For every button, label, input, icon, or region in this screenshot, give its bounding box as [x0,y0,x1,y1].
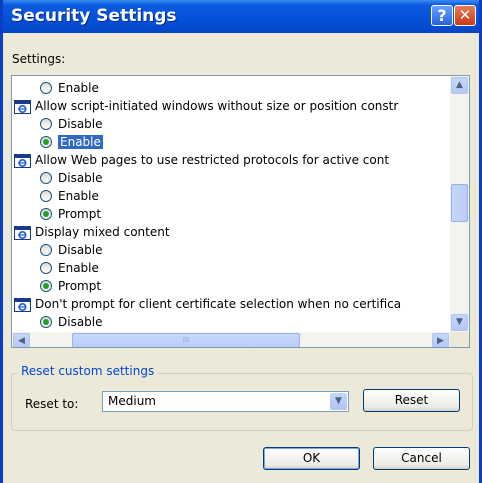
vertical-scroll-thumb[interactable] [451,184,468,222]
radio-unchecked-icon[interactable] [40,172,52,184]
setting-label: Disable [58,171,103,185]
ie-settings-icon [14,153,31,168]
scroll-left-button[interactable]: ◀ [13,333,30,347]
setting-category: Don't prompt for client certificate sele… [14,295,401,313]
setting-label: Display mixed content [35,225,170,239]
radio-checked-icon[interactable] [40,208,52,220]
setting-category: Display mixed content [14,223,170,241]
window-title: Security Settings [11,6,177,26]
setting-option[interactable]: Enable [40,79,99,97]
title-bar[interactable]: Security Settings ? ✕ [3,0,479,33]
security-settings-dialog: Security Settings ? ✕ Settings: Enable Al… [0,0,482,483]
reset-to-label: Reset to: [25,397,79,411]
ie-settings-icon [14,297,31,312]
radio-unchecked-icon[interactable] [40,118,52,130]
setting-option[interactable]: Prompt [40,277,102,295]
setting-label: Disable [58,243,103,257]
reset-level-dropdown[interactable]: Medium ▼ [102,391,349,412]
cancel-button[interactable]: Cancel [373,447,470,470]
scroll-right-button[interactable]: ▶ [432,333,449,347]
setting-option[interactable]: Enable [40,187,99,205]
settings-label: Settings: [12,52,66,66]
reset-button[interactable]: Reset [363,389,460,412]
setting-label: Enable [58,261,99,275]
setting-label: Allow script-initiated windows without s… [35,99,399,113]
setting-option[interactable]: Prompt [40,205,102,223]
scrollbar-corner [450,332,469,347]
setting-label: Disable [58,315,103,329]
setting-label: Disable [58,117,103,131]
close-button[interactable]: ✕ [454,5,476,26]
setting-option[interactable]: Enable [40,259,99,277]
setting-option[interactable]: Disable [40,115,103,133]
radio-unchecked-icon[interactable] [40,82,52,94]
radio-unchecked-icon[interactable] [40,262,52,274]
setting-category: Allow script-initiated windows without s… [14,97,398,115]
setting-option[interactable]: Disable [40,241,103,259]
ok-button[interactable]: OK [263,447,360,470]
dropdown-arrow-icon[interactable]: ▼ [330,393,347,410]
setting-label: Enable [58,135,103,149]
radio-unchecked-icon[interactable] [40,190,52,202]
horizontal-scroll-thumb[interactable]: III [72,333,300,347]
setting-option[interactable]: Enable [40,133,103,151]
reset-level-value: Medium [108,394,156,408]
help-button[interactable]: ? [431,5,453,26]
setting-label: Allow Web pages to use restricted protoc… [35,153,390,167]
setting-option[interactable]: Disable [40,169,103,187]
setting-label: Enable [58,81,99,95]
setting-label: Don't prompt for client certificate sele… [35,297,402,311]
setting-label: Prompt [58,279,102,293]
setting-category: Allow Web pages to use restricted protoc… [14,151,389,169]
horizontal-scrollbar[interactable]: ◀ III ▶ [12,332,450,347]
setting-label: Prompt [58,207,102,221]
settings-rows: Enable Allow script-initiated windows wit… [12,76,450,332]
settings-list[interactable]: Enable Allow script-initiated windows wit… [11,75,470,348]
radio-checked-icon[interactable] [40,316,52,328]
setting-label: Enable [58,189,99,203]
reset-group-legend: Reset custom settings [18,364,158,378]
radio-checked-icon[interactable] [40,280,52,292]
vertical-scrollbar[interactable]: ▲ ▼ [450,76,469,332]
setting-option[interactable]: Disable [40,313,103,331]
scroll-up-button[interactable]: ▲ [451,77,468,94]
radio-unchecked-icon[interactable] [40,244,52,256]
radio-checked-icon[interactable] [40,136,52,148]
ie-settings-icon [14,99,31,114]
ie-settings-icon [14,225,31,240]
scroll-down-button[interactable]: ▼ [451,314,468,331]
